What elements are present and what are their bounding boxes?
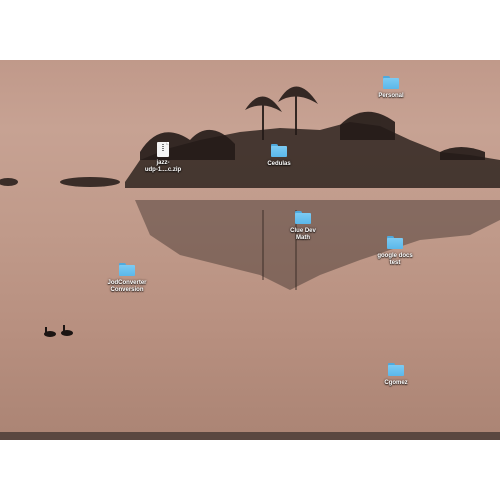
desktop-icon-label: JodConverter Conversion: [107, 280, 147, 293]
desktop-icon-label: Personal: [378, 93, 404, 99]
desktop-folder-clue-dev-math[interactable]: Clue Dev Math: [268, 211, 338, 242]
desktop-icon-label: Clue Dev Math: [290, 228, 316, 241]
desktop-folder-cgomez[interactable]: Cgomez: [361, 363, 431, 387]
desktop-folder-cedulas[interactable]: Cedulas: [244, 144, 314, 168]
desktop-folder-jodconverter[interactable]: JodConverter Conversion: [92, 263, 162, 294]
desktop-icon-label: Cedulas: [267, 161, 291, 167]
desktop-folder-google-docs-test[interactable]: google docs test: [360, 236, 430, 267]
folder-icon: [295, 211, 311, 225]
desktop-icon-label: Cgomez: [384, 380, 408, 386]
desktop-file-jazz-zip[interactable]: jazz- udp-1....c.zip: [128, 142, 198, 174]
folder-icon: [271, 144, 287, 158]
folder-icon: [387, 236, 403, 250]
taskbar: [0, 432, 500, 440]
folder-icon: [119, 263, 135, 277]
desktop-icon-label: jazz- udp-1....c.zip: [144, 160, 182, 173]
desktop-icon-label: google docs test: [377, 253, 413, 266]
folder-icon: [383, 76, 399, 90]
desktop-folder-personal[interactable]: Personal: [356, 76, 426, 100]
folder-icon: [388, 363, 404, 377]
zip-file-icon: [157, 142, 169, 157]
